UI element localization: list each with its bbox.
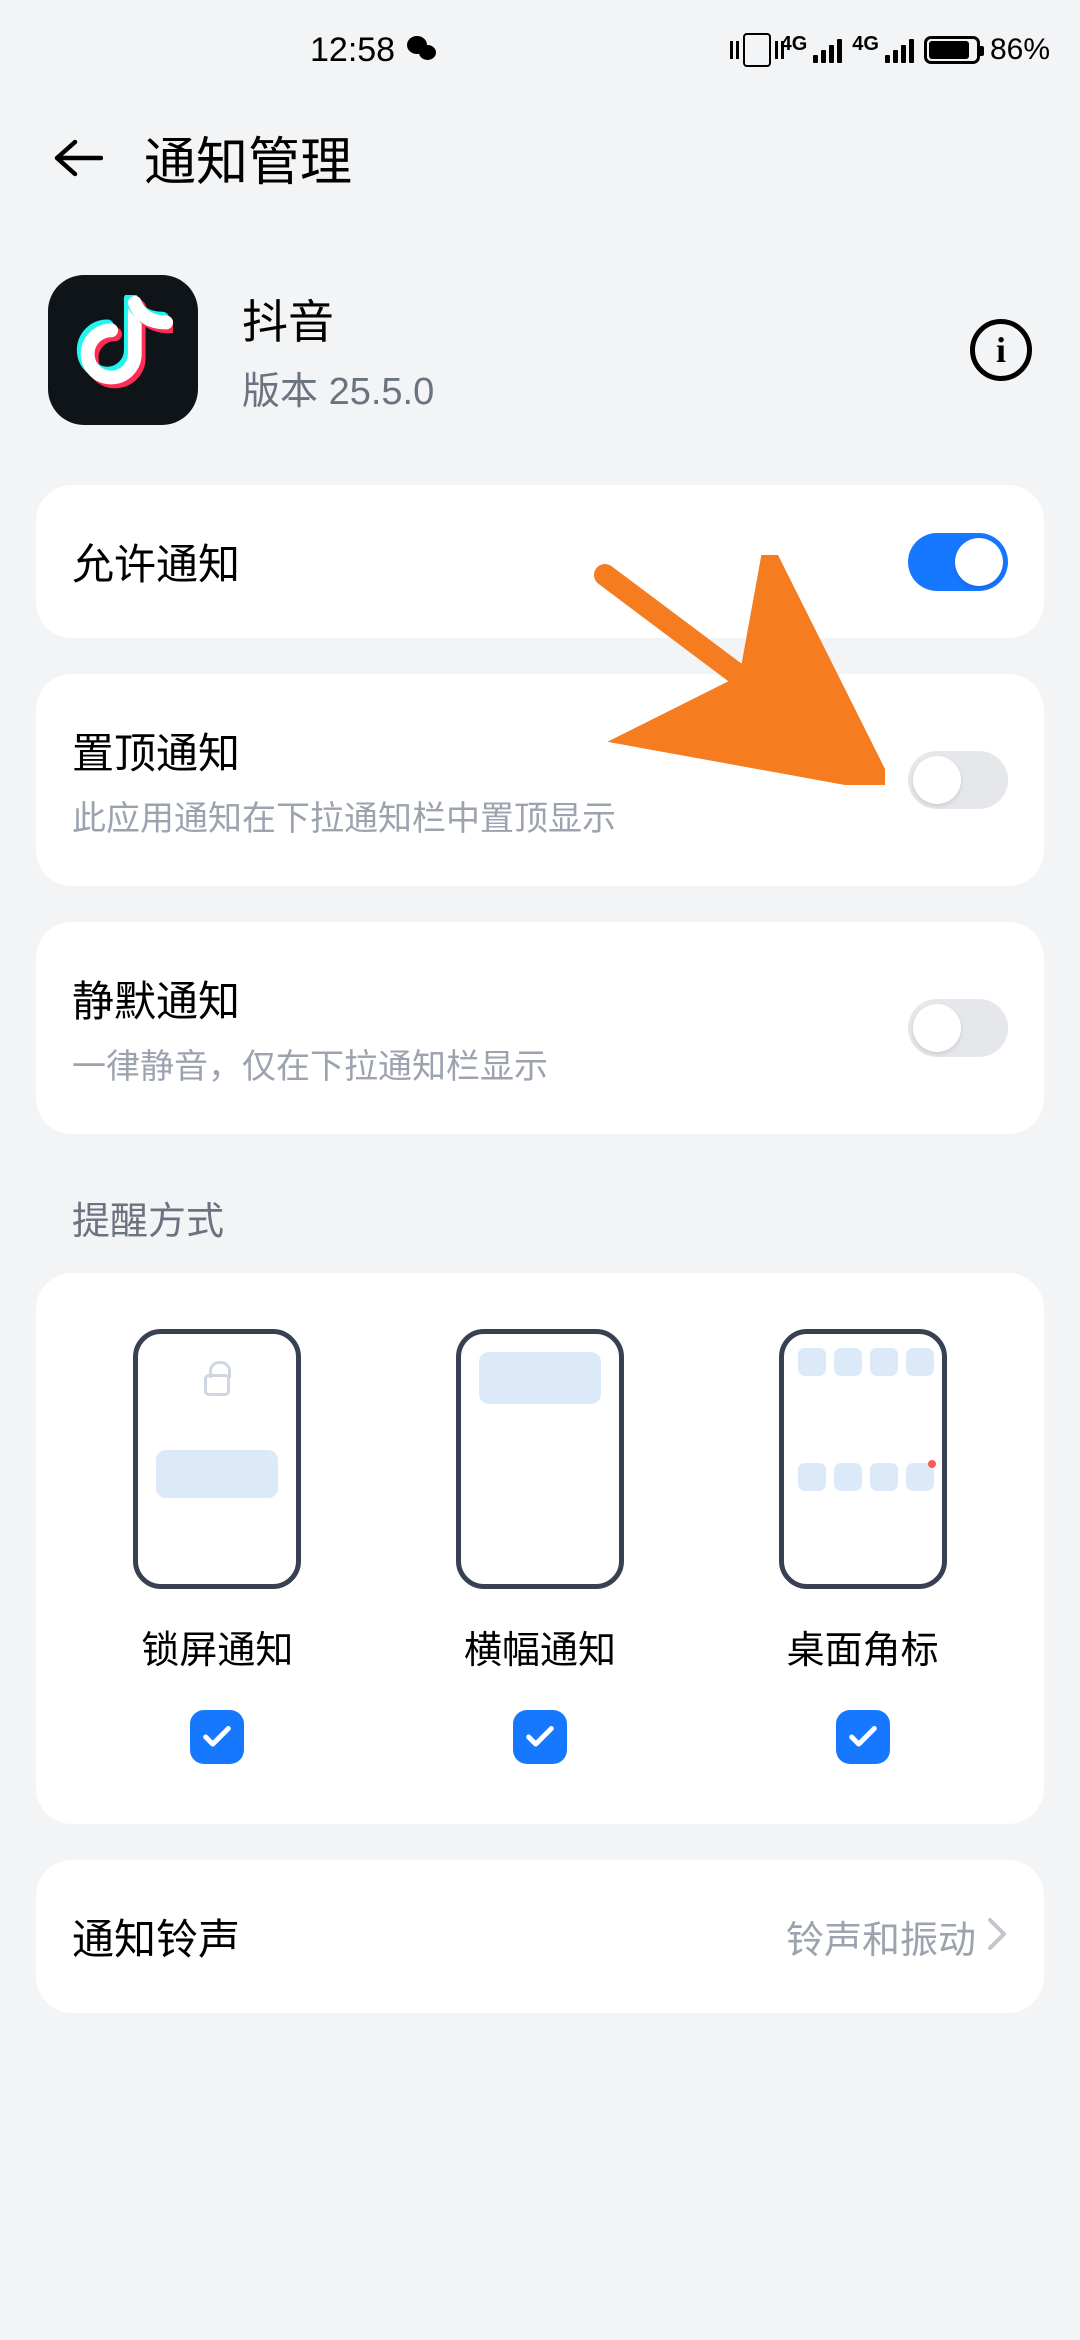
page-header: 通知管理 <box>0 100 1080 235</box>
row-ringtone[interactable]: 通知铃声 铃声和振动 <box>36 1860 1044 2013</box>
row-allow-notifications[interactable]: 允许通知 <box>36 485 1044 638</box>
app-version: 版本 25.5.0 <box>242 360 970 415</box>
app-icon <box>48 275 198 425</box>
allow-title: 允许通知 <box>72 531 908 592</box>
pin-title: 置顶通知 <box>72 720 908 781</box>
silent-subtitle: 一律静音，仅在下拉通知栏显示 <box>72 1039 908 1088</box>
mode-banner-checkbox[interactable] <box>513 1710 567 1764</box>
app-name: 抖音 <box>242 286 970 352</box>
allow-toggle[interactable] <box>908 533 1008 591</box>
section-reminder-label: 提醒方式 <box>0 1170 1080 1273</box>
mode-lockscreen-label: 锁屏通知 <box>141 1619 293 1674</box>
mode-badge-checkbox[interactable] <box>836 1710 890 1764</box>
signal-1-label: 4G <box>781 33 808 56</box>
row-pin-notifications[interactable]: 置顶通知 此应用通知在下拉通知栏中置顶显示 <box>36 674 1044 886</box>
page-title: 通知管理 <box>144 120 352 195</box>
mode-badge[interactable]: 桌面角标 <box>779 1329 947 1764</box>
battery-pct: 86% <box>990 33 1050 67</box>
lockscreen-preview-icon <box>133 1329 301 1589</box>
info-button[interactable]: i <box>970 319 1032 381</box>
mode-banner[interactable]: 横幅通知 <box>456 1329 624 1764</box>
pin-subtitle: 此应用通知在下拉通知栏中置顶显示 <box>72 791 908 840</box>
card-allow-notifications: 允许通知 <box>36 485 1044 638</box>
card-pin-notifications: 置顶通知 此应用通知在下拉通知栏中置顶显示 <box>36 674 1044 886</box>
mode-badge-label: 桌面角标 <box>787 1619 939 1674</box>
card-reminder-modes: 锁屏通知 横幅通知 <box>36 1273 1044 1824</box>
signal-2-icon <box>885 37 914 63</box>
mode-lockscreen-checkbox[interactable] <box>190 1710 244 1764</box>
pin-toggle[interactable] <box>908 751 1008 809</box>
row-silent-notifications[interactable]: 静默通知 一律静音，仅在下拉通知栏显示 <box>36 922 1044 1134</box>
battery-icon <box>924 36 980 64</box>
mode-lockscreen[interactable]: 锁屏通知 <box>133 1329 301 1764</box>
signal-1-icon <box>813 37 842 63</box>
chevron-right-icon <box>986 1916 1008 1957</box>
status-bar: 12:58 4G 4G 86% <box>0 0 1080 100</box>
silent-title: 静默通知 <box>72 968 908 1029</box>
banner-preview-icon <box>456 1329 624 1589</box>
badge-preview-icon <box>779 1329 947 1589</box>
card-silent-notifications: 静默通知 一律静音，仅在下拉通知栏显示 <box>36 922 1044 1134</box>
mode-banner-label: 横幅通知 <box>464 1619 616 1674</box>
app-info-row: 抖音 版本 25.5.0 i <box>0 235 1080 485</box>
vibrate-icon <box>743 33 771 67</box>
status-time: 12:58 <box>310 31 395 70</box>
ringtone-value: 铃声和振动 <box>786 1909 976 1964</box>
back-button[interactable] <box>48 128 108 188</box>
silent-toggle[interactable] <box>908 999 1008 1057</box>
signal-2-label: 4G <box>852 33 879 56</box>
ringtone-title: 通知铃声 <box>72 1906 786 1967</box>
wechat-icon <box>407 33 441 67</box>
card-ringtone: 通知铃声 铃声和振动 <box>36 1860 1044 2013</box>
